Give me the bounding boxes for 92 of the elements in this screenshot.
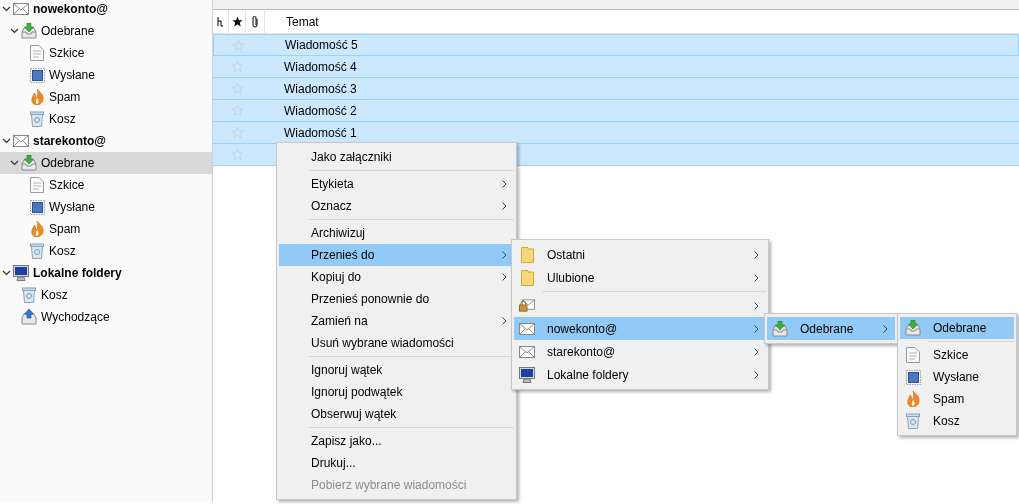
folder-item[interactable]: Spam <box>0 218 212 240</box>
document-icon <box>30 45 44 61</box>
monitor-icon <box>13 265 29 281</box>
menu-item[interactable]: Przenieś ponownie do <box>279 288 514 310</box>
folder-item[interactable]: nowekonto@ <box>0 0 212 20</box>
envelope-icon <box>13 3 29 15</box>
message-row[interactable]: Wiadomość 5 <box>213 34 1019 56</box>
monitor-icon <box>519 366 535 383</box>
chevron-down-icon[interactable] <box>10 28 19 34</box>
star-icon[interactable] <box>231 60 244 73</box>
folder-item[interactable]: Wysłane <box>0 196 212 218</box>
message-subject: Wiadomość 5 <box>285 37 358 54</box>
chevron-down-icon[interactable] <box>2 270 11 276</box>
menu-item[interactable]: Wysłane <box>900 366 1014 388</box>
menu-item[interactable]: Zamień na <box>279 310 514 332</box>
envelope-icon <box>519 345 535 358</box>
trash-icon <box>30 243 44 259</box>
trash-icon <box>22 287 36 303</box>
flame-icon <box>30 89 44 105</box>
message-subject: Wiadomość 3 <box>284 80 357 98</box>
star-icon[interactable] <box>231 126 244 139</box>
menu-item[interactable]: Spam <box>900 388 1014 410</box>
inbox-icon <box>905 320 921 336</box>
folder-icon <box>520 269 534 286</box>
lock-envelope-icon <box>519 299 535 312</box>
menu-item[interactable]: Kosz <box>900 410 1014 432</box>
menu-item[interactable]: Przenieś do <box>279 244 514 266</box>
stamp-icon <box>905 369 921 385</box>
message-row[interactable]: Wiadomość 3 <box>213 78 1019 100</box>
message-row[interactable]: Wiadomość 4 <box>213 56 1019 78</box>
message-row[interactable]: Wiadomość 2 <box>213 100 1019 122</box>
folder-item[interactable]: Szkice <box>0 174 212 196</box>
menu-item[interactable]: Archiwizuj <box>279 222 514 244</box>
menu-item[interactable]: Ostatni <box>514 243 766 266</box>
menu-item[interactable]: starekonto@ <box>514 340 766 363</box>
folder-item[interactable]: Wychodzące <box>0 306 212 328</box>
chevron-down-icon[interactable] <box>2 138 11 144</box>
inbox-icon <box>21 155 37 171</box>
menu-item[interactable]: Etykieta <box>279 173 514 195</box>
folder-item[interactable]: Kosz <box>0 240 212 262</box>
outbox-icon <box>21 309 37 325</box>
chevron-down-icon[interactable] <box>2 6 11 12</box>
folder-item[interactable]: Szkice <box>0 42 212 64</box>
document-icon <box>30 177 44 193</box>
star-icon[interactable] <box>231 148 244 161</box>
menu-item[interactable]: Zapisz jako... <box>279 430 514 452</box>
trash-icon <box>906 413 920 429</box>
stamp-icon <box>29 67 45 83</box>
folder-item[interactable]: Odebrane <box>0 152 212 174</box>
column-header[interactable] <box>229 10 246 33</box>
inbox-icon <box>772 320 788 337</box>
trash-icon <box>30 111 44 127</box>
menu-item[interactable]: Kopiuj do <box>279 266 514 288</box>
folder-icon <box>520 246 534 263</box>
menu-item[interactable]: Drukuj... <box>279 452 514 474</box>
folder-item[interactable]: Lokalne foldery <box>0 262 212 284</box>
menu-item[interactable]: Ignoruj wątek <box>279 359 514 381</box>
flame-icon <box>30 221 44 237</box>
menu-item[interactable]: Jako załączniki <box>279 146 514 168</box>
folder-item[interactable]: Spam <box>0 86 212 108</box>
folder-item[interactable]: Kosz <box>0 108 212 130</box>
folder-item[interactable]: starekonto@ <box>0 130 212 152</box>
menu-item[interactable]: Ulubione <box>514 266 766 289</box>
message-row[interactable]: Wiadomość 1 <box>213 122 1019 144</box>
menu-item[interactable]: Obserwuj wątek <box>279 403 514 425</box>
star-icon[interactable] <box>232 38 245 52</box>
envelope-icon <box>13 135 29 147</box>
document-icon <box>906 347 920 363</box>
stamp-icon <box>29 199 45 215</box>
menu-item[interactable]: Ignoruj podwątek <box>279 381 514 403</box>
menu-item[interactable]: Odebrane <box>900 317 1014 339</box>
menu-item[interactable]: Odebrane <box>767 317 895 340</box>
chevron-down-icon[interactable] <box>10 160 19 166</box>
star-icon[interactable] <box>231 82 244 95</box>
menu-item[interactable]: Usuń wybrane wiadomości <box>279 332 514 354</box>
star-icon <box>231 16 243 27</box>
paperclip-icon <box>251 14 259 29</box>
menu-item[interactable]: Oznacz <box>279 195 514 217</box>
folder-item[interactable]: Kosz <box>0 284 212 306</box>
menu-item[interactable]: nowekonto@ <box>514 317 766 340</box>
envelope-icon <box>519 322 535 335</box>
message-subject: Wiadomość 1 <box>284 124 357 142</box>
folder-item[interactable]: Odebrane <box>0 20 212 42</box>
thread-icon <box>217 16 224 27</box>
inbox-icon <box>21 23 37 39</box>
folder-item[interactable]: Wysłane <box>0 64 212 86</box>
menu-item[interactable]: Szkice <box>900 344 1014 366</box>
menu-item[interactable]: Lokalne foldery <box>514 363 766 386</box>
message-subject: Wiadomość 2 <box>284 102 357 120</box>
flame-icon <box>906 391 920 407</box>
star-icon[interactable] <box>231 104 244 117</box>
message-subject: Wiadomość 4 <box>284 58 357 76</box>
